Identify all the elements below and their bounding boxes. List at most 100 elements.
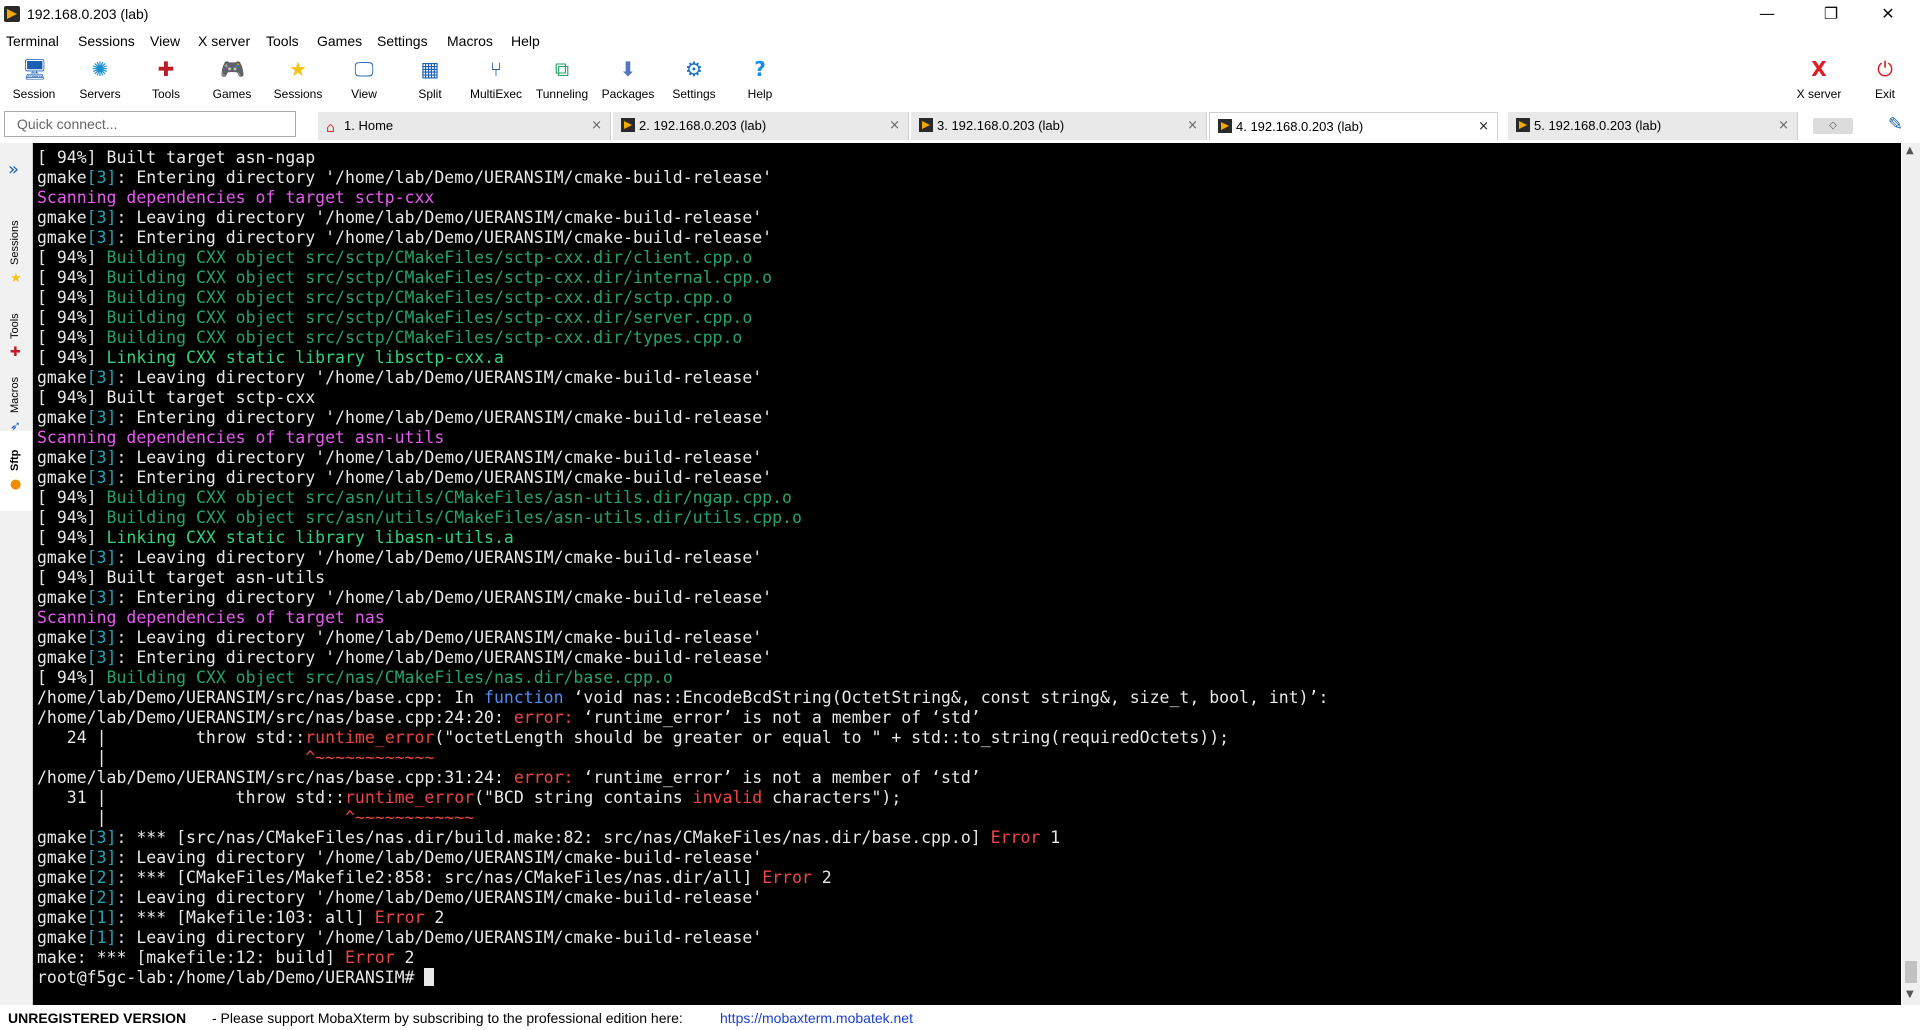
menu-sessions[interactable]: Sessions (78, 33, 135, 49)
tab-close-icon[interactable]: × (1478, 113, 1489, 141)
scroll-down-arrow-icon[interactable]: ▼ (1906, 989, 1914, 1000)
side-tab-macros[interactable]: Macros ➶ (0, 361, 32, 441)
terminal-text: gmake (37, 628, 87, 647)
terminal-text: error: (513, 768, 584, 787)
x-server-button[interactable]: X X server (1786, 53, 1852, 107)
terminal-text: Error (344, 948, 395, 967)
terminal-text: [3] (86, 628, 117, 647)
help-button[interactable]: ? Help (727, 53, 793, 107)
scroll-thumb[interactable] (1905, 961, 1917, 983)
terminal-text: : Leaving directory '/home/lab/Demo/UERA… (116, 208, 763, 227)
tab-session-2[interactable]: 2. 192.168.0.203 (lab) × (613, 112, 909, 140)
terminal-text: 2 (811, 868, 832, 887)
tab-close-icon[interactable]: × (889, 112, 900, 140)
terminal-text: [ 94%] (37, 528, 107, 547)
terminal-text: Building CXX object src/asn/utils/CMakeF… (106, 508, 802, 527)
session-button[interactable]: 🖥 Session (1, 53, 67, 107)
servers-icon: ✺ (91, 57, 109, 81)
terminal-output[interactable]: [ 94%] Built target asn-ngap gmake[3]: En… (33, 143, 1901, 1005)
tools-button[interactable]: ✚ Tools (133, 53, 199, 107)
side-tab-sessions[interactable]: Sessions ★ (0, 203, 32, 299)
side-tab-label: Sftp (9, 449, 21, 471)
multiexec-button[interactable]: ⑂ MultiExec (463, 53, 529, 107)
tab-session-3[interactable]: 3. 192.168.0.203 (lab) × (911, 112, 1207, 140)
settings-button[interactable]: ⚙ Settings (661, 53, 727, 107)
terminal-line: [ 94%] Linking CXX static library libasn… (37, 528, 1328, 548)
menu-view[interactable]: View (150, 33, 180, 49)
restore-button[interactable]: ❐ (1803, 0, 1859, 28)
terminal-text: [ 94%] (37, 328, 107, 347)
exit-power-icon: ⏻ (1877, 57, 1893, 81)
terminal-line: gmake[2]: *** [CMakeFiles/Makefile2:858:… (37, 868, 1328, 888)
terminal-text: ^~~~~~~~~~~~~ (344, 808, 475, 827)
quick-connect-input[interactable] (4, 111, 296, 137)
tab-session-5[interactable]: 5. 192.168.0.203 (lab) × (1508, 112, 1798, 140)
terminal-text: : Leaving directory '/home/lab/Demo/UERA… (116, 888, 763, 907)
terminal-text: gmake (37, 368, 87, 387)
tab-session-4[interactable]: 4. 192.168.0.203 (lab) × (1209, 112, 1498, 140)
terminal-text: invalid (692, 788, 763, 807)
tab-close-icon[interactable]: × (591, 112, 602, 140)
terminal-text: Linking CXX static library libsctp-cxx.a (106, 348, 504, 367)
terminal-text: Building CXX object src/asn/utils/CMakeF… (106, 488, 792, 507)
view-button[interactable]: 🖵 View (331, 53, 397, 107)
packages-button[interactable]: ⬇ Packages (595, 53, 661, 107)
attach-paperclip-icon[interactable]: ✎ (1888, 114, 1903, 135)
terminal-text: gmake (37, 888, 87, 907)
terminal-text: [ 94%] Built target asn-ngap (37, 148, 316, 167)
menu-terminal[interactable]: Terminal (6, 33, 59, 49)
sessions-button[interactable]: ★ Sessions (265, 53, 331, 107)
terminal-text: /home/lab/Demo/UERANSIM/src/nas/base.cpp… (37, 688, 485, 707)
tab-close-icon[interactable]: × (1187, 112, 1198, 140)
exit-button-label: Exit (1874, 87, 1895, 101)
terminal-line: 24 | throw std::runtime_error("octetLeng… (37, 728, 1328, 748)
exit-button[interactable]: ⏻ Exit (1852, 53, 1918, 107)
tunneling-button[interactable]: ⧉ Tunneling (529, 53, 595, 107)
games-icon: 🎮 (220, 57, 245, 81)
terminal-text: gmake (37, 848, 87, 867)
menu-settings[interactable]: Settings (377, 33, 428, 49)
terminal-text: function (484, 688, 564, 707)
terminal-text: [ 94%] (37, 288, 107, 307)
games-button[interactable]: 🎮 Games (199, 53, 265, 107)
terminal-text: gmake (37, 648, 87, 667)
terminal-line: Scanning dependencies of target nas (37, 608, 1328, 628)
terminal-text: error: (513, 708, 584, 727)
servers-button[interactable]: ✺ Servers (67, 53, 133, 107)
terminal-text: Error (990, 828, 1041, 847)
menu-macros[interactable]: Macros (447, 33, 493, 49)
minimize-button[interactable]: — (1739, 0, 1795, 28)
menu-games[interactable]: Games (317, 33, 362, 49)
side-tab-sftp[interactable]: Sftp ● (0, 431, 32, 511)
close-window-button[interactable]: ✕ (1860, 0, 1916, 28)
terminal-line: gmake[1]: *** [Makefile:103: all] Error … (37, 908, 1328, 928)
terminal-text: gmake (37, 208, 87, 227)
terminal-text: [ 94%] (37, 248, 107, 267)
split-button[interactable]: ▦ Split (397, 53, 463, 107)
terminal-line: | ^~~~~~~~~~~~~ (37, 808, 1328, 828)
tab-label: 3. 192.168.0.203 (lab) (937, 118, 1065, 133)
terminal-text: [3] (86, 168, 117, 187)
terminal-text: Building CXX object src/sctp/CMakeFiles/… (106, 248, 753, 267)
scroll-up-arrow-icon[interactable]: ▲ (1906, 145, 1914, 156)
terminal-scrollbar[interactable]: ▲ ▼ (1902, 143, 1920, 1005)
menu-x-server[interactable]: X server (198, 33, 250, 49)
terminal-text: [3] (86, 368, 117, 387)
terminal-line: [ 94%] Built target asn-utils (37, 568, 1328, 588)
tab-label: 1. Home (344, 118, 394, 133)
multiexec-icon: ⑂ (490, 57, 502, 81)
mobaxterm-website-link[interactable]: https://mobaxterm.mobatek.net (720, 1010, 913, 1026)
menu-help[interactable]: Help (511, 33, 540, 49)
menu-tools[interactable]: Tools (266, 33, 299, 49)
terminal-text: Scanning dependencies of target nas (37, 608, 385, 627)
terminal-line: [ 94%] Built target sctp-cxx (37, 388, 1328, 408)
new-tab-button[interactable]: ◇ (1813, 118, 1853, 134)
tab-home[interactable]: ⌂ 1. Home × (318, 112, 611, 140)
terminal-line: [ 94%] Building CXX object src/asn/utils… (37, 508, 1328, 528)
expand-sidebar-icon[interactable]: » (8, 159, 19, 180)
terminal-text: [3] (86, 548, 117, 567)
terminal-text: ‘runtime_error’ is not a member of ‘std’ (583, 768, 981, 787)
terminal-text: characters"); (762, 788, 902, 807)
tab-close-icon[interactable]: × (1778, 112, 1789, 140)
terminal-text: | (37, 748, 306, 767)
